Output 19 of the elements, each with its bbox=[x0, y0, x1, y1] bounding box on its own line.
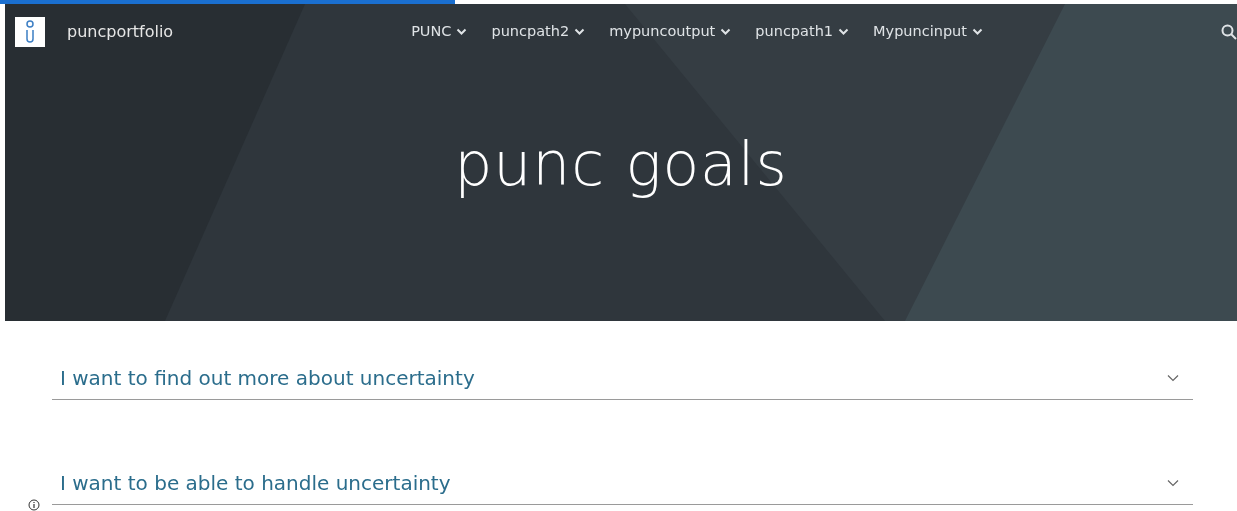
accordion-header[interactable]: I want to be able to handle uncertainty bbox=[52, 468, 1193, 505]
logo-icon[interactable] bbox=[15, 16, 45, 47]
chevron-down-icon bbox=[972, 27, 983, 36]
chevron-down-icon bbox=[720, 27, 732, 36]
page-title: punc goals bbox=[453, 128, 789, 201]
info-icon[interactable] bbox=[28, 499, 40, 511]
chevron-down-icon bbox=[456, 27, 468, 36]
search-icon[interactable] bbox=[1221, 23, 1237, 40]
nav-menu-item[interactable]: puncpath1 bbox=[755, 20, 850, 43]
site-title[interactable]: puncportfolio bbox=[67, 19, 174, 44]
chevron-down-icon bbox=[838, 27, 850, 36]
nav-menu-item[interactable]: PUNC bbox=[411, 20, 468, 43]
nav-menu-item[interactable]: puncpath2 bbox=[491, 20, 586, 43]
nav-menu-item[interactable]: Mypuncinput bbox=[873, 20, 983, 43]
chevron-icon bbox=[1167, 479, 1179, 487]
chevron-icon bbox=[1167, 374, 1179, 382]
chevron-down-icon bbox=[574, 27, 586, 36]
accordion-header[interactable]: I want to find out more about uncertainty bbox=[52, 363, 1193, 400]
nav-menu-item[interactable]: mypuncoutput bbox=[609, 20, 732, 43]
